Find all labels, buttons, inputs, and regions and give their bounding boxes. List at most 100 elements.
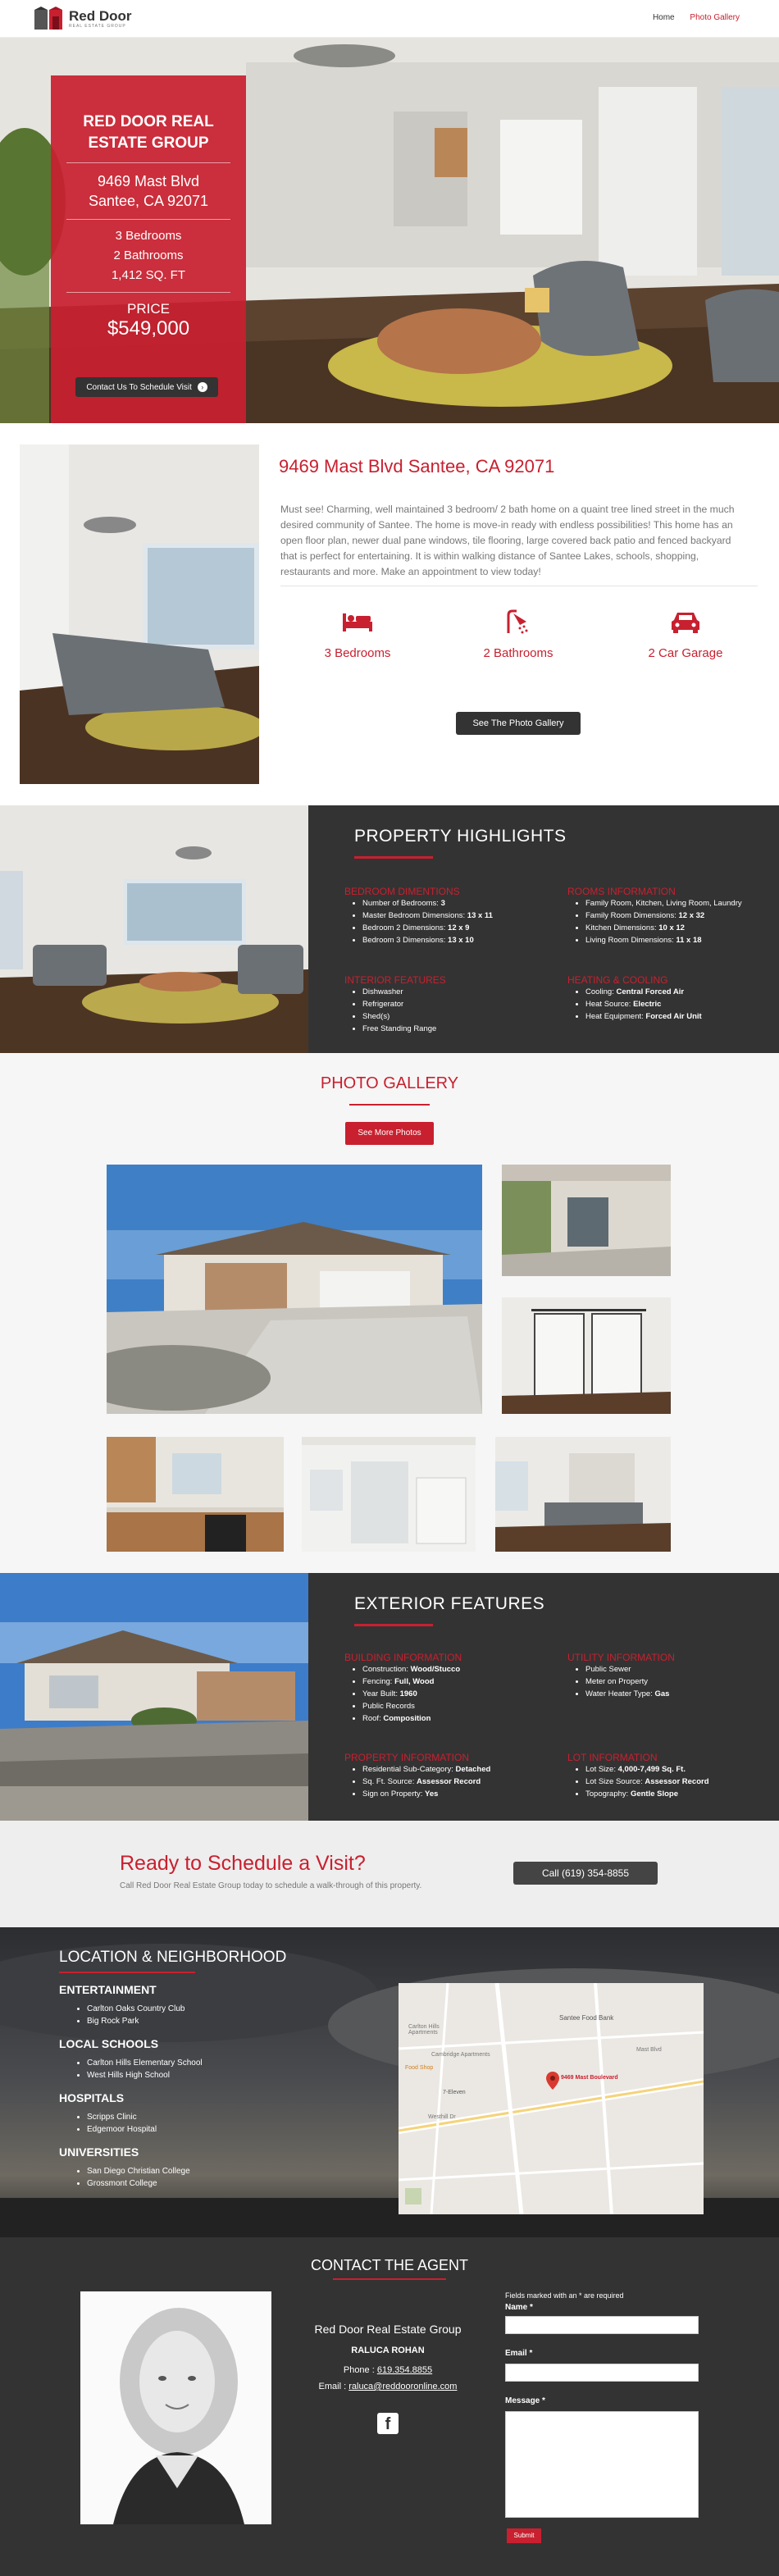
title-underline — [59, 1972, 195, 1973]
map-label: Carlton Hills Apartments — [408, 2024, 440, 2036]
lot-information-title: LOT INFORMATION — [567, 1752, 658, 1763]
bedroom-dimensions-title: BEDROOM DIMENTIONS — [344, 886, 460, 897]
list-item: Number of Bedrooms: 3 — [362, 897, 558, 910]
list-item: Fencing: Full, Wood — [362, 1676, 558, 1688]
list-item: Lot Size: 4,000-7,499 Sq. Ft. — [585, 1763, 772, 1776]
hospitals-list: Scripps Clinic Edgemoor Hospital — [87, 2111, 157, 2136]
gallery-photo-bedroom[interactable] — [495, 1437, 671, 1552]
list-item: Topography: Gentle Slope — [585, 1788, 772, 1800]
heating-cooling-block: HEATING & COOLING Cooling: Central Force… — [567, 974, 772, 1023]
agent-name: RALUCA ROHAN — [351, 2346, 425, 2355]
car-icon — [672, 613, 699, 633]
gallery-photo-bathroom[interactable] — [302, 1437, 476, 1552]
list-item: Meter on Property — [585, 1676, 772, 1688]
list-item: Dishwasher — [362, 986, 558, 998]
call-button[interactable]: Call (619) 354-8855 — [513, 1862, 658, 1885]
title-underline — [349, 1104, 430, 1106]
name-input[interactable] — [505, 2316, 699, 2334]
list-item: Family Room, Kitchen, Living Room, Laund… — [585, 897, 772, 910]
highlights-title: PROPERTY HIGHLIGHTS — [354, 827, 567, 846]
list-item: San Diego Christian College — [87, 2165, 190, 2177]
highlights-panel: PROPERTY HIGHLIGHTS BEDROOM DIMENTIONS N… — [308, 805, 779, 1053]
map-label: Mast Blvd — [636, 2047, 662, 2053]
feature-bathrooms: 2 Bathrooms — [444, 609, 592, 660]
arrow-right-icon: › — [197, 382, 207, 392]
email-label: Email : — [318, 2382, 347, 2391]
overview-living-room-photo — [20, 445, 259, 784]
hero-sqft: 1,412 SQ. FT — [111, 268, 186, 282]
exterior-house-photo — [0, 1573, 308, 1821]
gallery-photo-front-exterior[interactable] — [107, 1165, 482, 1414]
gallery-photo-kitchen[interactable] — [107, 1437, 284, 1552]
list-item: Shed(s) — [362, 1010, 558, 1023]
feature-garage: 2 Car Garage — [612, 609, 759, 660]
list-item: Grossmont College — [87, 2177, 190, 2190]
map-label: Food Shop — [405, 2065, 434, 2071]
shower-icon — [507, 609, 528, 634]
exterior-features-section: EXTERIOR FEATURES BUILDING INFORMATION C… — [0, 1573, 779, 1821]
lot-information-block: LOT INFORMATION Lot Size: 4,000-7,499 Sq… — [567, 1752, 772, 1800]
property-information-block: PROPERTY INFORMATION Residential Sub-Cat… — [344, 1752, 558, 1800]
map-pin-label: 9469 Mast Boulevard — [561, 2075, 618, 2081]
property-information-title: PROPERTY INFORMATION — [344, 1752, 470, 1763]
hero-address-line1: 9469 Mast Blvd — [97, 173, 200, 189]
entertainment-list: Carlton Oaks Country Club Big Rock Park — [87, 2003, 185, 2027]
list-item: Construction: Wood/Stucco — [362, 1663, 558, 1676]
hero-baths: 2 Bathrooms — [113, 248, 184, 262]
list-item: Bedroom 2 Dimensions: 12 x 9 — [362, 922, 558, 934]
list-item: West Hills High School — [87, 2069, 203, 2081]
see-more-photos-button[interactable]: See More Photos — [345, 1122, 434, 1145]
list-item: Big Rock Park — [87, 2015, 185, 2027]
map-label: Westhill Dr — [428, 2114, 456, 2120]
hero-price-label: PRICE — [127, 301, 170, 317]
nav-photo-gallery[interactable]: Photo Gallery — [690, 13, 740, 22]
site-header: Red Door REAL ESTATE GROUP Home Photo Ga… — [0, 0, 779, 38]
neighborhood-map[interactable]: Santee Food Bank Carlton Hills Apartment… — [399, 1983, 704, 2214]
title-underline — [354, 856, 433, 859]
local-schools-heading: LOCAL SCHOOLS — [59, 2037, 159, 2050]
property-address: 9469 Mast Blvd Santee, CA 92071 — [279, 456, 555, 476]
map-label: 7-Eleven — [443, 2090, 466, 2095]
feature-bedrooms: 3 Bedrooms — [284, 609, 431, 660]
email-input[interactable] — [505, 2364, 699, 2382]
schedule-cta-section — [0, 1821, 779, 1927]
rooms-information-title: ROOMS INFORMATION — [567, 886, 676, 897]
gallery-title: PHOTO GALLERY — [320, 1074, 459, 1092]
feature-garage-label: 2 Car Garage — [648, 646, 723, 660]
local-schools-list: Carlton Hills Elementary School West Hil… — [87, 2057, 203, 2081]
list-item: Edgemoor Hospital — [87, 2123, 157, 2136]
agent-email-link[interactable]: raluca@reddooronline.com — [348, 2382, 457, 2391]
hospitals-heading: HOSPITALS — [59, 2091, 125, 2104]
highlights-living-room-photo — [0, 805, 308, 1053]
required-fields-note: Fields marked with an * are required — [505, 2291, 624, 2300]
list-item: Heat Equipment: Forced Air Unit — [585, 1010, 772, 1023]
bedroom-dimensions-block: BEDROOM DIMENTIONS Number of Bedrooms: 3… — [344, 886, 558, 946]
agent-phone-link[interactable]: 619.354.8855 — [377, 2365, 432, 2375]
hero-beds: 3 Bedrooms — [115, 229, 182, 243]
list-item: Sq. Ft. Source: Assessor Record — [362, 1776, 558, 1788]
logo[interactable]: Red Door REAL ESTATE GROUP — [34, 7, 198, 33]
building-information-title: BUILDING INFORMATION — [344, 1652, 462, 1663]
divider — [66, 162, 230, 163]
list-item: Public Records — [362, 1700, 558, 1712]
message-textarea[interactable] — [505, 2411, 699, 2518]
list-item: Refrigerator — [362, 998, 558, 1010]
exterior-panel: EXTERIOR FEATURES BUILDING INFORMATION C… — [308, 1573, 779, 1821]
property-highlights-section: PROPERTY HIGHLIGHTS BEDROOM DIMENTIONS N… — [0, 805, 779, 1053]
name-field-label: Name * — [505, 2303, 533, 2312]
list-item: Bedroom 3 Dimensions: 13 x 10 — [362, 934, 558, 946]
logo-text: Red Door — [69, 8, 132, 24]
submit-button[interactable]: Submit — [507, 2528, 541, 2543]
gallery-photo-back-patio[interactable] — [502, 1165, 671, 1276]
map-pin-icon — [546, 2072, 559, 2090]
nav-home[interactable]: Home — [653, 13, 675, 22]
schedule-visit-button[interactable]: Contact Us To Schedule Visit › — [75, 377, 218, 397]
gallery-photo-barn-door[interactable] — [502, 1297, 671, 1414]
facebook-icon[interactable]: f — [377, 2413, 399, 2434]
list-item: Free Standing Range — [362, 1023, 558, 1035]
list-item: Carlton Hills Elementary School — [87, 2057, 203, 2069]
hero-section: RED DOOR REAL ESTATE GROUP 9469 Mast Blv… — [0, 38, 779, 423]
list-item: Heat Source: Electric — [585, 998, 772, 1010]
bed-icon — [343, 613, 372, 631]
see-photo-gallery-button[interactable]: See The Photo Gallery — [456, 712, 581, 735]
